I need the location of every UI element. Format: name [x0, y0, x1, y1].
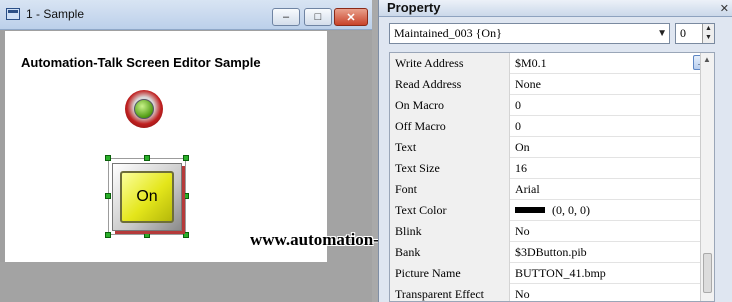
property-name: Bank	[390, 242, 510, 263]
resize-handle-bottom-right[interactable]	[183, 232, 189, 238]
property-row-text-color[interactable]: Text Color (0, 0, 0)	[390, 200, 714, 221]
property-name: Off Macro	[390, 116, 510, 137]
property-value[interactable]: On	[515, 140, 530, 155]
property-row-write-address[interactable]: Write Address $M0.1 ...	[390, 53, 714, 74]
property-header: Property ✕	[379, 0, 732, 17]
property-value[interactable]: 0	[515, 119, 521, 134]
property-value[interactable]: $M0.1	[515, 56, 547, 71]
property-row-blink[interactable]: Blink No	[390, 221, 714, 242]
property-row-picture-name[interactable]: Picture Name BUTTON_41.bmp	[390, 263, 714, 284]
resize-handle-bottom[interactable]	[144, 232, 150, 238]
property-name: Read Address	[390, 74, 510, 95]
scroll-up-icon[interactable]: ▲	[703, 55, 711, 64]
property-name: Font	[390, 179, 510, 200]
property-value[interactable]: No	[515, 224, 530, 239]
maximize-button[interactable]: □	[304, 8, 332, 26]
property-row-transparent-effect[interactable]: Transparent Effect No	[390, 284, 714, 301]
document-titlebar: 1 - Sample – □ ✕	[0, 0, 372, 30]
property-name: Text	[390, 137, 510, 158]
close-panel-icon[interactable]: ✕	[720, 2, 729, 15]
property-value[interactable]: (0, 0, 0)	[552, 203, 590, 218]
chevron-down-icon[interactable]: ▼	[657, 28, 667, 39]
document-title: 1 - Sample	[26, 7, 85, 21]
property-value[interactable]: BUTTON_41.bmp	[515, 266, 606, 281]
property-name: Picture Name	[390, 263, 510, 284]
minimize-button[interactable]: –	[272, 8, 300, 26]
property-title: Property	[387, 0, 441, 15]
property-row-bank[interactable]: Bank $3DButton.pib	[390, 242, 714, 263]
property-name: Text Color	[390, 200, 510, 221]
property-name: On Macro	[390, 95, 510, 116]
property-value[interactable]: No	[515, 287, 530, 301]
property-row-read-address[interactable]: Read Address None	[390, 74, 714, 95]
property-grid: Write Address $M0.1 ... Read Address Non…	[389, 52, 715, 302]
scroll-thumb[interactable]	[703, 253, 712, 293]
property-value[interactable]: 16	[515, 161, 527, 176]
lamp-center	[134, 99, 154, 119]
property-value[interactable]: Arial	[515, 182, 540, 197]
property-name: Text Size	[390, 158, 510, 179]
resize-handle-top-right[interactable]	[183, 155, 189, 161]
property-value[interactable]: 0	[515, 98, 521, 113]
property-value[interactable]: $3DButton.pib	[515, 245, 587, 260]
object-selector[interactable]: Maintained_003 {On} ▼	[389, 23, 670, 44]
resize-handle-bottom-left[interactable]	[105, 232, 111, 238]
maintained-button[interactable]: On	[112, 163, 182, 231]
screen-title-label[interactable]: Automation-Talk Screen Editor Sample	[21, 55, 261, 70]
property-panel: Property ✕ Maintained_003 {On} ▼ 0 ▲ ▼ Wr…	[378, 0, 732, 302]
close-button[interactable]: ✕	[334, 8, 368, 26]
property-row-text[interactable]: Text On	[390, 137, 714, 158]
window-icon	[6, 8, 20, 20]
property-value[interactable]: None	[515, 77, 541, 92]
property-row-font[interactable]: Font Arial	[390, 179, 714, 200]
resize-handle-left[interactable]	[105, 193, 111, 199]
property-row-on-macro[interactable]: On Macro 0	[390, 95, 714, 116]
number-spinner-value: 0	[680, 26, 686, 40]
resize-handle-right[interactable]	[183, 193, 189, 199]
spinner-arrows-icon[interactable]: ▲ ▼	[702, 24, 714, 43]
number-spinner[interactable]: 0 ▲ ▼	[675, 23, 715, 44]
vertical-scrollbar[interactable]: ▲	[700, 53, 714, 301]
object-selector-value: Maintained_003 {On}	[394, 26, 502, 40]
property-name: Blink	[390, 221, 510, 242]
property-name: Write Address	[390, 53, 510, 74]
indicator-lamp[interactable]	[125, 90, 163, 128]
canvas-margin-bottom	[0, 262, 327, 302]
canvas-margin-right	[327, 31, 372, 302]
document-window: 1 - Sample – □ ✕ Automation-Talk Screen …	[0, 0, 372, 302]
property-row-off-macro[interactable]: Off Macro 0	[390, 116, 714, 137]
button-face: On	[120, 171, 174, 223]
property-row-text-size[interactable]: Text Size 16	[390, 158, 714, 179]
resize-handle-top-left[interactable]	[105, 155, 111, 161]
resize-handle-top[interactable]	[144, 155, 150, 161]
property-name: Transparent Effect	[390, 284, 510, 301]
color-swatch[interactable]	[515, 207, 545, 213]
